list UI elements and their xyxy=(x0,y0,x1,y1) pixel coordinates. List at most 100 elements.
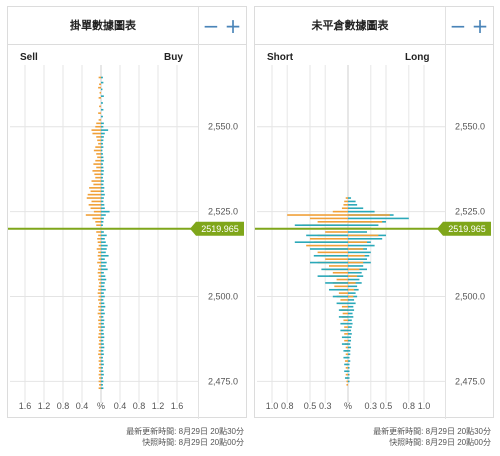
bar-short xyxy=(329,265,348,267)
bar-buy xyxy=(101,353,104,356)
bar-buy xyxy=(101,333,104,335)
y-tick-label: 2,500.0 xyxy=(208,292,238,302)
bar-long-from-short-color xyxy=(348,268,360,271)
bar-buy xyxy=(101,271,104,274)
x-tick-label: 0.5 xyxy=(304,401,317,411)
bar-sell xyxy=(93,210,101,213)
bar-buy xyxy=(101,122,104,125)
bar-short-from-long-color xyxy=(317,275,348,277)
bar-sell xyxy=(95,176,101,179)
bar-long xyxy=(348,367,350,369)
bar-buy xyxy=(101,142,103,145)
y-tick-label: 2,500.0 xyxy=(455,292,485,302)
bar-short xyxy=(341,207,348,210)
bar-sell xyxy=(99,105,101,108)
y-tick-label: 2,550.0 xyxy=(455,122,485,132)
bar-long xyxy=(348,309,355,311)
bar-long xyxy=(348,343,351,345)
bar-long-from-short-color xyxy=(348,234,379,237)
bar-buy xyxy=(101,200,104,203)
bar-buy xyxy=(101,299,104,301)
bar-buy xyxy=(101,384,103,386)
bar-short xyxy=(346,384,348,386)
bar-sell xyxy=(96,153,101,155)
bar-long xyxy=(348,312,353,315)
bar-buy xyxy=(101,183,104,186)
bar-short xyxy=(345,373,348,376)
bar-buy xyxy=(101,251,106,254)
bar-buy xyxy=(101,156,104,159)
bar-short xyxy=(325,231,348,233)
x-tick-label: 1.2 xyxy=(38,401,51,411)
bar-buy xyxy=(101,346,105,349)
bar-buy xyxy=(101,193,105,196)
x-tick-label: 0.4 xyxy=(76,401,89,411)
bar-sell xyxy=(98,275,101,277)
bar-buy xyxy=(101,339,104,342)
bar-sell xyxy=(98,97,101,99)
x-tick-label: 1.6 xyxy=(19,401,32,411)
bar-sell xyxy=(98,322,101,325)
bar-buy xyxy=(101,241,106,243)
bar-buy xyxy=(101,237,105,240)
bar-buy xyxy=(101,295,105,298)
x-tick-label: 0.8 xyxy=(281,401,294,411)
bar-sell xyxy=(97,139,101,142)
bar-long xyxy=(348,377,350,379)
x-tick-label: % xyxy=(344,401,352,411)
bar-buy xyxy=(101,76,103,79)
bar-sell xyxy=(91,180,101,182)
x-tick-label: 0.8 xyxy=(133,401,146,411)
bar-short xyxy=(345,346,348,349)
bar-buy xyxy=(101,149,103,152)
bar-sell xyxy=(93,163,101,165)
bar-long-from-short-color xyxy=(348,282,356,284)
bar-short-from-long-color xyxy=(338,309,348,311)
bar-long xyxy=(348,210,375,213)
bar-buy xyxy=(101,278,107,281)
x-tick-label: 1.0 xyxy=(418,401,431,411)
bar-sell xyxy=(98,76,101,79)
order-book-panel: 掛單數據圖表 − + Sell Buy 2,475.0 2,500.0 2,525.… xyxy=(7,6,247,419)
y-tick-label: 2,550.0 xyxy=(208,122,238,132)
bar-sell xyxy=(97,156,101,159)
bar-buy xyxy=(101,377,103,379)
bar-buy xyxy=(101,166,104,169)
bar-sell xyxy=(97,261,101,264)
bar-sell xyxy=(99,329,101,332)
bar-sell xyxy=(91,200,101,203)
bar-long xyxy=(348,200,356,203)
bar-buy xyxy=(101,268,108,271)
bar-short xyxy=(345,367,348,369)
bar-buy xyxy=(101,214,106,216)
bar-buy xyxy=(101,360,104,362)
bar-sell xyxy=(99,363,101,366)
bar-sell xyxy=(96,136,101,138)
bar-buy xyxy=(101,180,104,182)
x-tick-label: 0.3 xyxy=(365,401,378,411)
bar-short-from-long-color xyxy=(344,370,348,373)
bar-sell xyxy=(96,224,101,227)
bar-long xyxy=(348,333,352,335)
bar-sell xyxy=(98,387,101,390)
bar-short-from-long-color xyxy=(343,350,348,352)
bar-buy xyxy=(101,343,104,345)
bar-sell xyxy=(91,129,101,131)
bar-short-from-long-color xyxy=(341,336,348,339)
bar-sell xyxy=(99,316,101,318)
bar-sell xyxy=(98,295,101,298)
bar-sell xyxy=(98,353,101,356)
bar-sell xyxy=(99,282,101,284)
bar-buy xyxy=(101,108,104,111)
bar-short xyxy=(332,271,348,274)
bar-sell xyxy=(95,125,101,128)
bar-buy xyxy=(101,350,104,352)
bar-short-from-long-color xyxy=(310,248,348,250)
bar-buy xyxy=(101,221,104,223)
bar-long xyxy=(348,292,356,294)
bar-long xyxy=(348,360,351,362)
bar-long-from-short-color xyxy=(348,288,355,291)
bar-sell xyxy=(92,170,101,172)
bar-long-from-short-color xyxy=(348,214,390,216)
bar-buy xyxy=(101,207,105,210)
